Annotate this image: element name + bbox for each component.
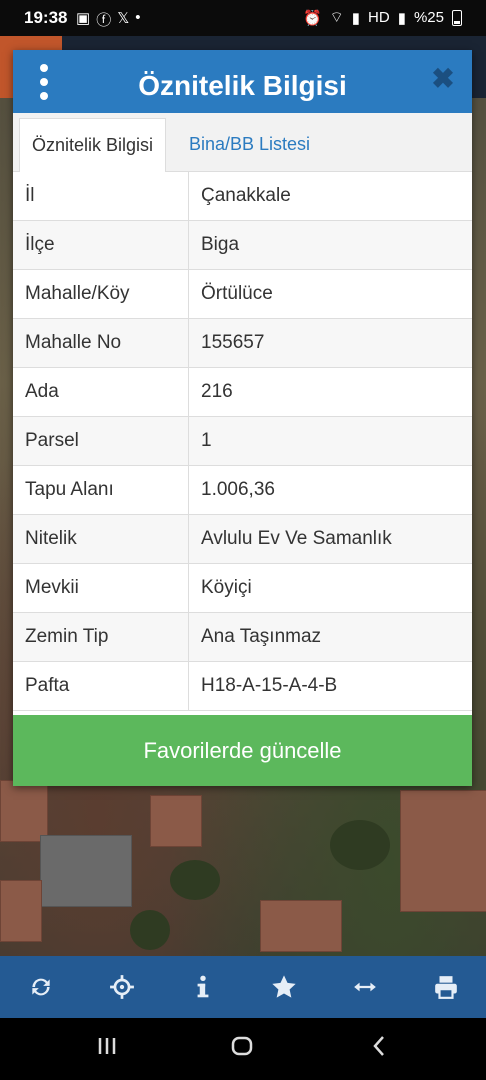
attribute-key: Nitelik bbox=[13, 514, 189, 564]
system-icons: ⏰ ⌔ ▮ HD ▮ %25 bbox=[303, 8, 462, 27]
attribute-key: Zemin Tip bbox=[13, 612, 189, 662]
notification-icons: ▣ ⓕ 𝕏 • bbox=[76, 9, 141, 30]
x-icon: 𝕏 bbox=[117, 10, 130, 27]
dialog-title: Öznitelik Bilgisi bbox=[138, 70, 347, 101]
attribute-value: Biga bbox=[188, 220, 472, 270]
table-row: Mevkii Köyiçi bbox=[13, 563, 472, 613]
wifi-icon: ⌔ bbox=[329, 9, 344, 26]
dot-icon: • bbox=[135, 9, 141, 26]
battery-percent: %25 bbox=[413, 9, 444, 26]
star-icon[interactable] bbox=[261, 964, 307, 1010]
attribute-key: Tapu Alanı bbox=[13, 465, 189, 515]
table-row: Mahalle No 155657 bbox=[13, 318, 472, 368]
map-tree bbox=[170, 860, 220, 900]
attribute-key: Mahalle No bbox=[13, 318, 189, 368]
update-favorites-button[interactable]: Favorilerde güncelle bbox=[13, 715, 472, 786]
hd-icon: HD bbox=[368, 9, 390, 26]
tab-attribute-info[interactable]: Öznitelik Bilgisi bbox=[19, 118, 167, 172]
table-row: Ada 216 bbox=[13, 367, 472, 417]
attribute-value: Örtülüce bbox=[188, 269, 472, 319]
attribute-value: Köyiçi bbox=[188, 563, 472, 613]
table-row: İlçe Biga bbox=[13, 220, 472, 270]
bottom-toolbar bbox=[0, 956, 486, 1018]
attribute-value: 155657 bbox=[188, 318, 472, 368]
measure-icon[interactable] bbox=[342, 964, 388, 1010]
attribute-key: Ada bbox=[13, 367, 189, 417]
signal-icon: ▮ bbox=[397, 9, 406, 27]
dialog-header: Öznitelik Bilgisi ✖ bbox=[13, 50, 472, 113]
locate-icon[interactable] bbox=[99, 964, 145, 1010]
table-row: Mahalle/Köy Örtülüce bbox=[13, 269, 472, 319]
table-row: İl Çanakkale bbox=[13, 172, 472, 221]
map-building bbox=[150, 795, 202, 847]
map-building bbox=[0, 880, 42, 942]
tab-building-list[interactable]: Bina/BB Listesi bbox=[177, 118, 322, 171]
map-building bbox=[260, 900, 342, 952]
attribute-key: İl bbox=[13, 172, 189, 221]
map-tree bbox=[130, 910, 170, 950]
attribute-value: 1.006,36 bbox=[188, 465, 472, 515]
attribute-value: 1 bbox=[188, 416, 472, 466]
home-icon[interactable] bbox=[230, 1034, 254, 1063]
attribute-value: Avlulu Ev Ve Samanlık bbox=[188, 514, 472, 564]
attribute-value: 216 bbox=[188, 367, 472, 417]
map-building bbox=[40, 835, 132, 907]
attribute-value: Ana Taşınmaz bbox=[188, 612, 472, 662]
attribute-key: İlçe bbox=[13, 220, 189, 270]
attribute-value: Çanakkale bbox=[188, 172, 472, 221]
attribute-table: İl Çanakkale İlçe Biga Mahalle/Köy Örtülüce Ma… bbox=[13, 172, 472, 711]
attribute-key: Parsel bbox=[13, 416, 189, 466]
print-icon[interactable] bbox=[423, 964, 469, 1010]
table-row: Nitelik Avlulu Ev Ve Samanlık bbox=[13, 514, 472, 564]
attribute-key: Pafta bbox=[13, 661, 189, 711]
status-time: 19:38 bbox=[24, 8, 68, 27]
alarm-icon: ⏰ bbox=[302, 9, 322, 27]
info-icon[interactable] bbox=[180, 964, 226, 1010]
attribute-value: H18-A-15-A-4-B bbox=[188, 661, 472, 711]
map-building bbox=[400, 790, 486, 912]
signal-icon: ▮ bbox=[351, 9, 361, 27]
table-row: Zemin Tip Ana Taşınmaz bbox=[13, 612, 472, 662]
battery-icon bbox=[452, 9, 462, 26]
close-icon[interactable]: ✖ bbox=[428, 62, 458, 96]
map-building bbox=[0, 780, 48, 842]
system-nav-bar bbox=[0, 1018, 486, 1080]
attribute-key: Mevkii bbox=[13, 563, 189, 613]
status-bar: 19:38 ▣ ⓕ 𝕏 • ⏰ ⌔ ▮ HD ▮ %25 bbox=[0, 0, 486, 36]
facebook-icon: ⓕ bbox=[96, 12, 112, 29]
attribute-dialog: Öznitelik Bilgisi ✖ Öznitelik Bilgisi Bi… bbox=[13, 50, 472, 786]
recent-apps-icon[interactable] bbox=[95, 1034, 119, 1063]
table-row: Pafta H18-A-15-A-4-B bbox=[13, 661, 472, 711]
attribute-key: Mahalle/Köy bbox=[13, 269, 189, 319]
table-row: Parsel 1 bbox=[13, 416, 472, 466]
table-row: Tapu Alanı 1.006,36 bbox=[13, 465, 472, 515]
back-icon[interactable] bbox=[368, 1034, 392, 1063]
refresh-icon[interactable] bbox=[18, 964, 64, 1010]
tab-bar: Öznitelik Bilgisi Bina/BB Listesi bbox=[13, 113, 472, 172]
map-tree bbox=[330, 820, 390, 870]
gallery-icon: ▣ bbox=[76, 10, 91, 27]
